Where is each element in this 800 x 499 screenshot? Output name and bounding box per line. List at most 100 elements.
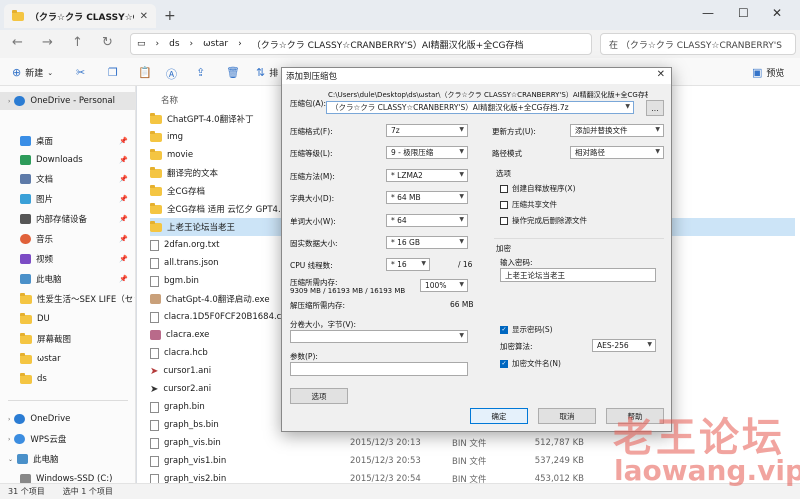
sidebar-item-sex-life[interactable]: 性爱生活～SEX LIFE（セックス — [0, 290, 135, 308]
method-select[interactable]: * LZMA2 ▼ — [386, 169, 468, 182]
tab-close-icon[interactable]: ✕ — [140, 11, 148, 22]
show-password-checkbox[interactable]: ✓ 显示密码(S) — [500, 324, 553, 335]
rename-icon[interactable]: Ⓐ — [166, 66, 177, 82]
sidebar-item-du[interactable]: DU — [0, 310, 135, 328]
maximize-button[interactable]: ☐ — [738, 6, 749, 20]
delete-after-checkbox[interactable]: 操作完成后删除源文件 — [500, 215, 587, 226]
folder-icon — [20, 332, 32, 344]
preview-button[interactable]: ▣ 预览 — [752, 66, 784, 79]
sidebar-item-onedrive-personal[interactable]: › OneDrive - Personal — [0, 92, 135, 110]
computer-icon — [17, 454, 29, 464]
path-mode-select[interactable]: 相对路径 ▼ — [570, 146, 664, 159]
cpu-threads-total: / 16 — [458, 260, 473, 269]
sidebar-item-desktop[interactable]: 桌面 📌 — [0, 132, 135, 150]
sort-icon: ⇅ — [256, 66, 266, 79]
pin-icon: 📌 — [119, 175, 128, 183]
update-mode-select[interactable]: 添加并替换文件 ▼ — [570, 124, 664, 137]
format-select[interactable]: 7z ▼ — [386, 124, 468, 137]
sidebar-item-onedrive[interactable]: › OneDrive — [0, 410, 135, 428]
navigation-bar: ← → ↑ ↻ ▭ › ds › ωstar › （クラ☆クラ CLASSY☆C… — [0, 30, 800, 58]
method-label: 压缩方法(M): — [290, 172, 335, 181]
pin-icon: 📌 — [119, 195, 128, 203]
chevron-down-icon: ▼ — [647, 341, 652, 348]
search-text: 在 （クラ☆クラ CLASSY☆CRANBERRY'S — [609, 40, 782, 51]
dialog-close-icon[interactable]: ✕ — [657, 69, 665, 80]
dictionary-select[interactable]: * 64 MB ▼ — [386, 191, 468, 204]
browse-button[interactable]: ... — [646, 100, 664, 116]
dialog-title: 添加到压缩包 — [286, 72, 338, 82]
sidebar-item-wps-cloud[interactable]: › WPS云盘 — [0, 430, 135, 448]
sidebar-item-music[interactable]: 音乐 📌 — [0, 230, 135, 248]
level-select[interactable]: 9 - 极限压缩 ▼ — [386, 146, 468, 159]
cancel-button[interactable]: 取消 — [538, 408, 596, 424]
archive-path: C:\Users\dule\Desktop\ds\ωstar\（クラ☆クラ CL… — [328, 91, 648, 99]
password-label: 输入密码: — [500, 258, 533, 267]
sidebar-item-this-pc-pinned[interactable]: 此电脑 📌 — [0, 270, 135, 288]
search-input[interactable]: 在 （クラ☆クラ CLASSY☆CRANBERRY'S — [600, 33, 796, 55]
folder-icon — [150, 148, 162, 160]
column-header-name[interactable]: 名称 — [161, 94, 178, 106]
chevron-down-icon: ▼ — [459, 238, 464, 245]
chevron-down-icon: ▼ — [459, 216, 464, 223]
encrypt-names-checkbox[interactable]: ✓ 加密文件名(N) — [500, 358, 561, 369]
tab-title: （クラ☆クラ CLASSY☆CRANB — [30, 12, 134, 23]
paste-icon[interactable]: 📋 — [138, 66, 152, 79]
sidebar-item-pictures[interactable]: 图片 📌 — [0, 190, 135, 208]
breadcrumb-separator: › — [238, 39, 242, 49]
desktop-icon — [20, 136, 31, 146]
sort-button[interactable]: ⇅ 排 — [256, 66, 278, 79]
sidebar-item-downloads[interactable]: Downloads 📌 — [0, 151, 135, 169]
sidebar-item-ds[interactable]: ds — [0, 370, 135, 388]
sidebar-item-wstar[interactable]: ωstar — [0, 350, 135, 368]
chevron-down-icon: ⌄ — [8, 455, 14, 463]
bin-file-icon — [150, 275, 159, 287]
close-window-button[interactable]: ✕ — [772, 6, 782, 20]
tab-current-folder[interactable]: （クラ☆クラ CLASSY☆CRANB ✕ — [4, 4, 156, 28]
ok-button[interactable]: 确定 — [470, 408, 528, 424]
word-size-select[interactable]: * 64 ▼ — [386, 214, 468, 227]
memory-percent-select[interactable]: 100% ▼ — [420, 279, 468, 292]
share-icon[interactable]: ⇪ — [196, 66, 205, 79]
parameters-input[interactable] — [290, 362, 468, 376]
watermark-url: laowang.vip — [614, 454, 800, 487]
split-size-combo[interactable]: ▼ — [290, 330, 468, 343]
sidebar-item-this-pc[interactable]: ⌄ 此电脑 — [0, 450, 135, 468]
sidebar-item-videos[interactable]: 视频 📌 — [0, 250, 135, 268]
cpu-threads-select[interactable]: * 16 ▼ — [386, 258, 430, 271]
sidebar-item-screenshots[interactable]: 屏幕截图 — [0, 330, 135, 348]
chevron-down-icon: ▼ — [655, 148, 660, 155]
back-button[interactable]: ← — [12, 35, 23, 50]
computer-icon — [20, 274, 31, 284]
sidebar-item-windows-ssd[interactable]: Windows-SSD (C:) — [0, 470, 135, 483]
chevron-down-icon: ▼ — [459, 171, 464, 178]
sidebar-item-documents[interactable]: 文档 📌 — [0, 170, 135, 188]
folder-icon — [20, 372, 32, 384]
sidebar-item-internal-storage[interactable]: 内部存储设备 📌 — [0, 210, 135, 228]
shared-files-checkbox[interactable]: 压缩共享文件 — [500, 199, 557, 210]
sort-label: 排 — [269, 69, 279, 79]
cut-icon[interactable]: ✂ — [76, 66, 85, 79]
breadcrumb-ds[interactable]: ds — [169, 39, 179, 49]
up-button[interactable]: ↑ — [72, 35, 83, 50]
new-tab-button[interactable]: + — [164, 8, 176, 24]
new-button[interactable]: ⊕ 新建 ⌄ — [12, 66, 53, 79]
download-icon — [20, 155, 31, 165]
address-bar[interactable]: ▭ › ds › ωstar › （クラ☆クラ CLASSY☆CRANBERRY… — [130, 33, 592, 55]
breadcrumb-wstar[interactable]: ωstar — [203, 39, 228, 49]
breadcrumb-current[interactable]: （クラ☆クラ CLASSY☆CRANBERRY'S）AI精翻汉化版+全CG存档 — [252, 38, 524, 51]
archive-name-combo[interactable]: （クラ☆クラ CLASSY☆CRANBERRY'S）AI精翻汉化版+全CG存档.… — [326, 101, 634, 114]
folder-icon — [12, 9, 24, 21]
options-button[interactable]: 选项 — [290, 388, 348, 404]
password-input[interactable]: 上老王论坛当老王 — [500, 268, 656, 282]
forward-button[interactable]: → — [42, 35, 53, 50]
delete-icon[interactable]: 🗑 — [226, 66, 240, 79]
sfx-checkbox[interactable]: 创建自释放程序(X) — [500, 183, 576, 194]
json-file-icon — [150, 257, 159, 269]
copy-icon[interactable]: ❐ — [108, 66, 118, 79]
refresh-button[interactable]: ↻ — [102, 35, 113, 50]
minimize-button[interactable]: — — [702, 6, 714, 20]
memory-value: 9309 MB / 16193 MB / 16193 MB — [290, 287, 406, 295]
encryption-method-select[interactable]: AES-256 ▼ — [592, 339, 656, 352]
pin-icon: 📌 — [119, 156, 128, 164]
solid-size-select[interactable]: * 16 GB ▼ — [386, 236, 468, 249]
